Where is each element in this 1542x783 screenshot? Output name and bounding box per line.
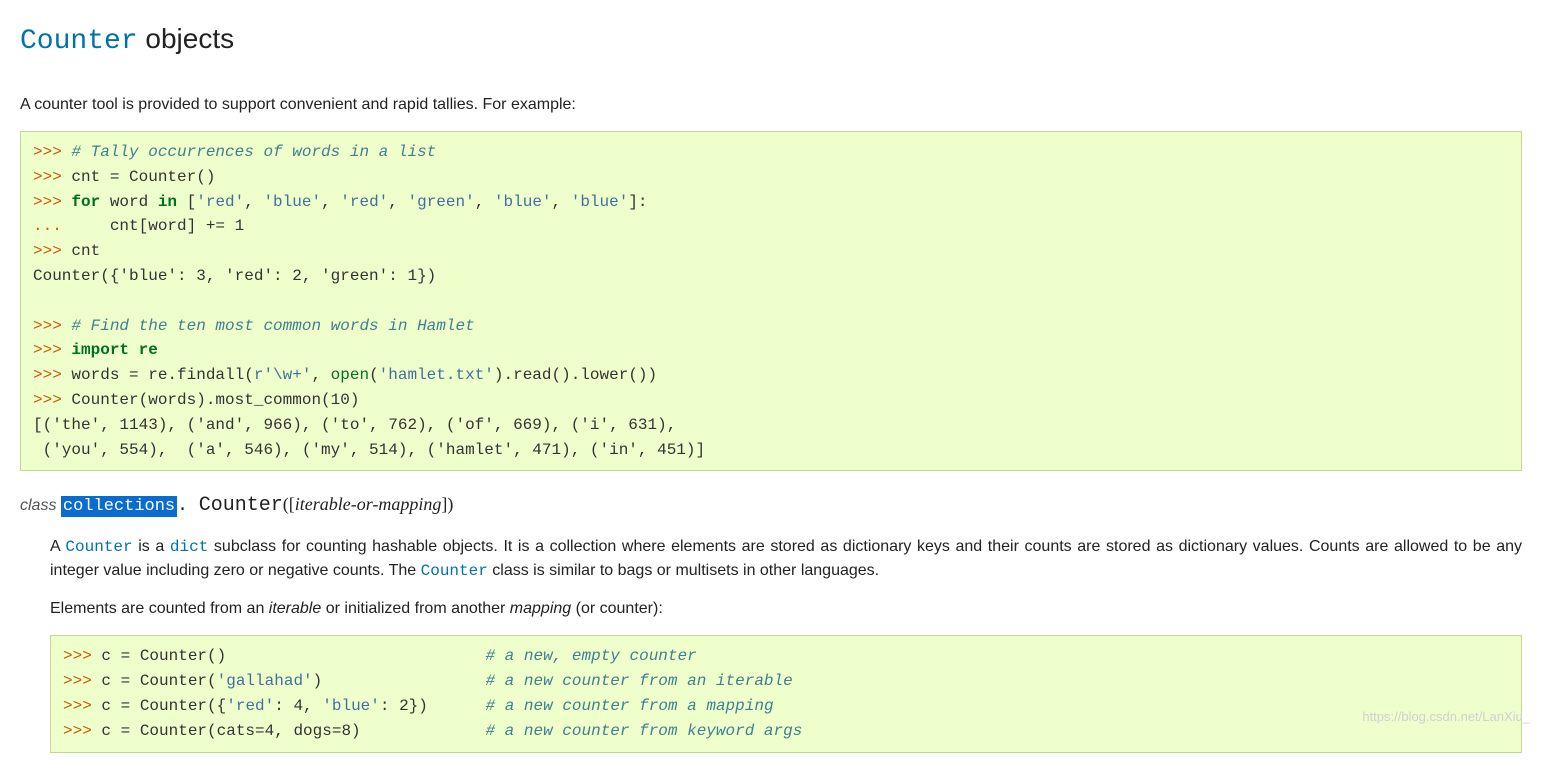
class-name: Counter [199,494,283,517]
heading-rest: objects [138,23,235,54]
class-description-1: A Counter is a dict subclass for countin… [50,535,1522,583]
intro-paragraph: A counter tool is provided to support co… [20,93,1522,117]
code-block-example-1: >>> # Tally occurrences of words in a li… [20,131,1522,471]
module-name-selected[interactable]: collections [61,496,177,517]
heading-code-link[interactable]: Counter [20,26,138,57]
class-keyword: class [20,497,61,514]
dict-ref-link[interactable]: dict [170,538,208,556]
code-block-example-2: >>> c = Counter() # a new, empty counter… [50,635,1522,752]
class-definition: class collections. Counter([iterable-or-… [20,491,1522,752]
counter-ref-link-2[interactable]: Counter [421,562,488,580]
class-description-2: Elements are counted from an iterable or… [50,597,1522,621]
section-heading: Counter objects [20,18,1522,63]
class-args: iterable-or-mapping [295,494,442,514]
class-signature: class collections. Counter([iterable-or-… [20,491,1522,521]
counter-ref-link[interactable]: Counter [65,538,132,556]
